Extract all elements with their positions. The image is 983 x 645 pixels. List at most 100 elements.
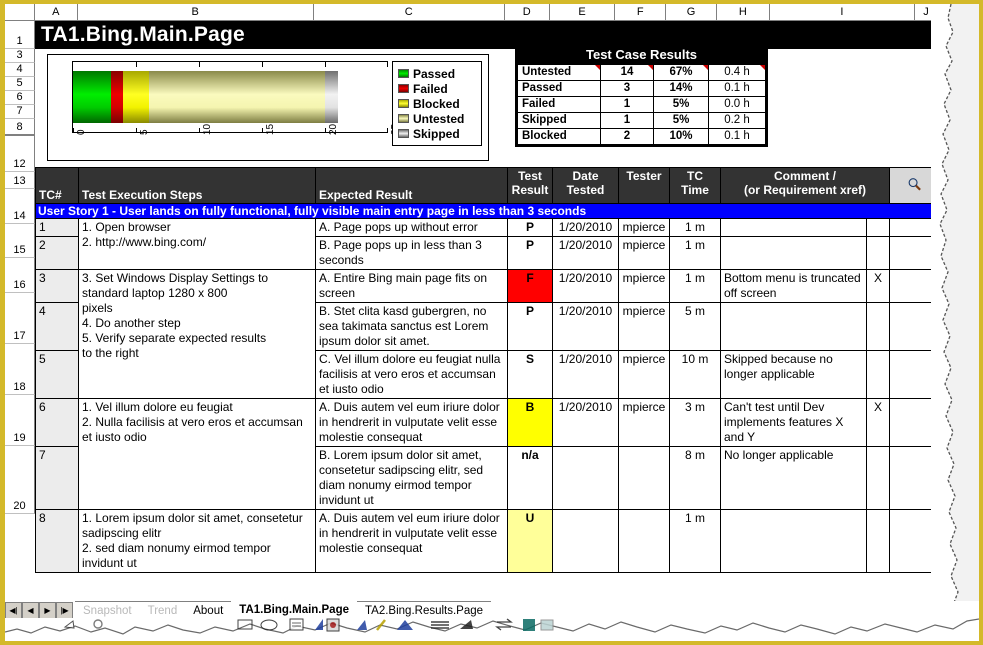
legend-item-blocked: Blocked: [398, 96, 477, 111]
cell-steps: 3. Set Windows Display Settings to stand…: [78, 269, 316, 399]
cell-tester: mpierce: [618, 398, 670, 447]
cell-steps-part-c: to the right: [82, 346, 139, 360]
header-steps[interactable]: Test Execution Steps: [78, 167, 316, 204]
column-header-h[interactable]: H: [716, 4, 770, 21]
table-header-row: TC# Test Execution Steps Expected Result…: [35, 167, 938, 204]
sheet-tab-about[interactable]: About: [185, 601, 232, 619]
table-row[interactable]: 6 1. Vel illum dolore eu feugiat 2. Null…: [35, 398, 938, 510]
table-row[interactable]: 3 3. Set Windows Display Settings to sta…: [35, 269, 938, 399]
row-header-3[interactable]: 3: [5, 49, 35, 63]
header-expected[interactable]: Expected Result: [315, 167, 508, 204]
results-hours-blocked: 0.1 h: [708, 128, 766, 145]
torn-edge-shape: [931, 4, 960, 641]
test-case-grid: TC# Test Execution Steps Expected Result…: [35, 167, 938, 573]
torn-paper-right-edge: [931, 4, 979, 641]
results-row-skipped: Skipped 1 5% 0.2 h: [517, 112, 766, 129]
cell-comment: Skipped because no longer applicable: [720, 350, 867, 399]
legend-item-skipped: Skipped: [398, 126, 477, 141]
table-row[interactable]: 1 1. Open browser 2. http://www.bing.com…: [35, 218, 938, 270]
select-all-corner[interactable]: [5, 4, 35, 21]
row-header-20[interactable]: 20: [5, 446, 35, 514]
results-row-untested: Untested 14 67% 0.4 h: [517, 64, 766, 81]
chart-xtick-label-20: 20: [328, 123, 339, 135]
spreadsheet-window: A B C D E F G H I J 1 3 4 5 6 7 8 12 13 …: [0, 0, 983, 645]
column-header-g[interactable]: G: [666, 4, 717, 21]
magnifier-icon[interactable]: [907, 177, 922, 192]
cell-xref-flag: [866, 446, 890, 510]
row-header-4[interactable]: 4: [5, 63, 35, 77]
row-header-16[interactable]: 16: [5, 258, 35, 293]
cell-test-result: S: [507, 350, 553, 399]
row-header-8[interactable]: 8: [5, 119, 35, 136]
header-tc[interactable]: TC#: [35, 167, 79, 204]
row-header-7[interactable]: 7: [5, 105, 35, 119]
column-header-i[interactable]: I: [769, 4, 916, 21]
results-count-skipped: 1: [600, 112, 654, 129]
row-header-19[interactable]: 19: [5, 395, 35, 446]
results-row-failed: Failed 1 5% 0.0 h: [517, 96, 766, 113]
row-header-18[interactable]: 18: [5, 344, 35, 395]
cell-tc-time: 1 m: [669, 218, 721, 237]
header-comment[interactable]: Comment / (or Requirement xref): [720, 167, 890, 204]
row-header-14[interactable]: 14: [5, 189, 35, 224]
column-header-c[interactable]: C: [313, 4, 505, 21]
row-header-6[interactable]: 6: [5, 91, 35, 105]
header-tester[interactable]: Tester: [618, 167, 670, 204]
cell-expected: A. Duis autem vel eum iriure dolor in he…: [315, 398, 508, 447]
table-row[interactable]: 8 1. Lorem ipsum dolor sit amet, consete…: [35, 509, 938, 573]
results-percent-untested: 67%: [653, 64, 709, 81]
chart-tick-15-bottom: [262, 128, 263, 133]
comment-marker-icon: [595, 65, 600, 70]
cell-tc-number: 5: [35, 350, 79, 399]
column-header-d[interactable]: D: [504, 4, 550, 21]
chart-axis-top: [73, 61, 388, 62]
cell-xref-flag: X: [866, 398, 890, 447]
cell-tester: mpierce: [618, 218, 670, 237]
cell-test-result: B: [507, 398, 553, 447]
column-header-f[interactable]: F: [615, 4, 667, 21]
sheet-tab-snapshot[interactable]: Snapshot: [75, 601, 140, 619]
header-tc-time[interactable]: TC Time: [669, 167, 721, 204]
row-header-12[interactable]: 12: [5, 136, 35, 172]
comment-marker-icon: [703, 65, 708, 70]
results-percent-skipped: 5%: [653, 112, 709, 129]
results-row-passed: Passed 3 14% 0.1 h: [517, 80, 766, 97]
cell-tester: mpierce: [618, 269, 670, 303]
cell-expected: A. Page pops up without error: [315, 218, 508, 237]
legend-label-untested: Untested: [413, 111, 465, 126]
results-count-untested-text: 14: [620, 66, 634, 78]
cell-date-tested: 1/20/2010: [552, 236, 619, 270]
next-sheet-button[interactable]: ▶: [39, 601, 56, 619]
row-header-1[interactable]: 1: [5, 21, 35, 49]
row-header-15[interactable]: 15: [5, 224, 35, 258]
sheet-tab-trend[interactable]: Trend: [139, 601, 186, 619]
column-header-e[interactable]: E: [549, 4, 616, 21]
cell-date-tested: [552, 446, 619, 510]
results-percent-blocked: 10%: [653, 128, 709, 145]
column-header-b[interactable]: B: [77, 4, 314, 21]
cell-tc-number: 1: [35, 218, 79, 237]
results-hours-untested: 0.4 h: [708, 64, 766, 81]
chart-segment-blocked: [123, 71, 149, 123]
last-sheet-button[interactable]: |▶: [56, 601, 73, 619]
column-header-a[interactable]: A: [34, 4, 78, 21]
row-header-5[interactable]: 5: [5, 77, 35, 91]
cell-steps-part-a: 3. Set Windows Display Settings to stand…: [82, 271, 269, 300]
row-header-17[interactable]: 17: [5, 293, 35, 344]
status-chart[interactable]: 0 5 10 15 20 25 Passed Failed Blocked: [47, 54, 489, 161]
chart-tick-25-bottom: [387, 128, 388, 133]
sheet-tab-ta2-bing-results-page[interactable]: TA2.Bing.Results.Page: [357, 601, 492, 619]
chart-plot-area: [72, 61, 388, 133]
results-label-passed: Passed: [517, 80, 601, 97]
header-test-result[interactable]: Test Result: [507, 167, 553, 204]
header-date-tested[interactable]: Date Tested: [552, 167, 619, 204]
first-sheet-button[interactable]: ◀|: [5, 601, 22, 619]
prev-sheet-button[interactable]: ◀: [22, 601, 39, 619]
results-hours-passed: 0.1 h: [708, 80, 766, 97]
results-count-blocked: 2: [600, 128, 654, 145]
cell-xref-flag: X: [866, 269, 890, 303]
results-count-passed: 3: [600, 80, 654, 97]
test-case-table: TC# Test Execution Steps Expected Result…: [35, 167, 938, 573]
sheet-tab-ta1-bing-main-page[interactable]: TA1.Bing.Main.Page: [231, 601, 357, 619]
row-header-13[interactable]: 13: [5, 172, 35, 189]
